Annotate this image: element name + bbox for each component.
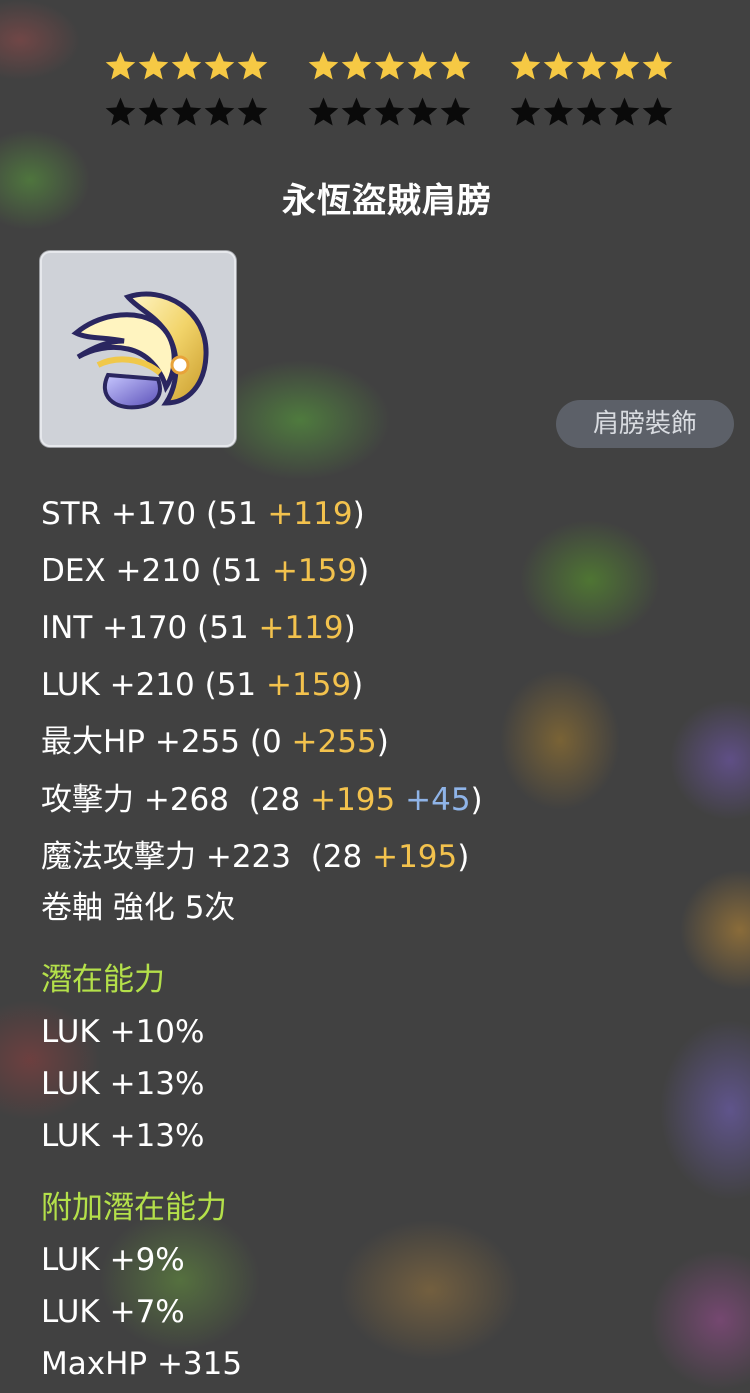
stat-close: ) <box>351 667 364 703</box>
star-filled-icon <box>407 51 437 80</box>
stat-close: ) <box>357 553 370 589</box>
stat-close: ) <box>470 782 483 818</box>
item-tooltip-panel: 永恆盜賊肩膀 肩膀裝飾 STR +170 (51 +119) DEX +210 … <box>0 0 750 1393</box>
star-empty-icon <box>374 97 404 126</box>
star-empty-icon <box>237 97 268 126</box>
potential-line: LUK +13% <box>41 1066 205 1102</box>
item-name: 永恆盜賊肩膀 <box>282 181 492 221</box>
stat-name: DEX +210 (51 <box>41 553 272 589</box>
stat-close: ) <box>352 496 365 532</box>
scroll-upgrade-text: 卷軸 強化 5次 <box>41 890 236 926</box>
potential-title: 潛在能力 <box>41 962 165 998</box>
stat-flame-bonus: +119 <box>258 610 344 646</box>
potential-line: LUK +13% <box>41 1118 205 1154</box>
star-filled-icon <box>308 51 338 80</box>
star-group <box>307 50 472 83</box>
star-empty-icon <box>171 97 202 126</box>
star-group <box>104 96 269 129</box>
item-icon-frame <box>40 251 236 447</box>
stat-line: LUK +210 (51 +159) <box>41 665 363 705</box>
eternal-thief-shoulder-icon <box>71 291 209 410</box>
star-filled-icon <box>374 51 404 80</box>
star-empty-icon <box>543 97 574 126</box>
star-filled-icon <box>440 51 470 80</box>
stat-line: 攻擊力 +268 (28 +195 +45) <box>41 780 483 820</box>
stat-name: 魔法攻擊力 +223 (28 <box>41 839 373 875</box>
star-filled-icon <box>204 51 235 80</box>
star-filled-icon <box>341 51 371 80</box>
stat-flame-bonus: +195 <box>310 782 396 818</box>
stat-name: 最大HP +255 (0 <box>41 724 292 760</box>
star-empty-icon <box>105 97 136 126</box>
additional-potential-line: MaxHP +315 <box>41 1346 243 1382</box>
star-filled-icon <box>171 51 202 80</box>
star-filled-icon <box>576 51 607 80</box>
star-empty-icon <box>308 97 338 126</box>
stat-line: 魔法攻擊力 +223 (28 +195) <box>41 837 469 877</box>
star-group <box>104 50 269 83</box>
star-filled-icon <box>105 51 136 80</box>
stat-name: 攻擊力 +268 (28 <box>41 782 311 818</box>
stat-line: INT +170 (51 +119) <box>41 608 356 648</box>
star-group <box>509 96 674 129</box>
potential-line: LUK +10% <box>41 1014 205 1050</box>
stat-close: ) <box>343 610 356 646</box>
additional-potential-title: 附加潛在能力 <box>41 1190 227 1226</box>
star-filled-icon <box>642 51 673 80</box>
stat-name: STR +170 (51 <box>41 496 268 532</box>
additional-potential-line: LUK +9% <box>41 1242 185 1278</box>
star-empty-icon <box>407 97 437 126</box>
star-group <box>509 50 674 83</box>
star-empty-icon <box>341 97 371 126</box>
stat-close: ) <box>457 839 470 875</box>
star-filled-icon <box>510 51 541 80</box>
stat-line: 最大HP +255 (0 +255) <box>41 722 389 762</box>
stat-name: LUK +210 (51 <box>41 667 266 703</box>
stat-line: STR +170 (51 +119) <box>41 494 365 534</box>
stat-flame-bonus: +159 <box>266 667 352 703</box>
stat-flame-bonus: +159 <box>271 553 358 589</box>
item-category-badge: 肩膀裝飾 <box>556 400 734 448</box>
stat-enhance-bonus: +45 <box>405 782 471 818</box>
star-empty-icon <box>642 97 673 126</box>
stat-flame-bonus: +195 <box>372 839 458 875</box>
star-filled-icon <box>138 51 169 80</box>
star-filled-icon <box>609 51 640 80</box>
star-filled-icon <box>237 51 268 80</box>
stat-flame-bonus: +255 <box>291 724 377 760</box>
star-empty-icon <box>440 97 470 126</box>
star-empty-icon <box>576 97 607 126</box>
stat-flame-bonus: +119 <box>267 496 353 532</box>
star-group <box>307 96 472 129</box>
star-empty-icon <box>609 97 640 126</box>
star-empty-icon <box>510 97 541 126</box>
stat-name: INT +170 (51 <box>41 610 259 646</box>
stat-space <box>395 782 405 818</box>
star-filled-icon <box>543 51 574 80</box>
star-force-row-1 <box>104 50 674 83</box>
additional-potential-line: LUK +7% <box>41 1294 185 1330</box>
star-empty-icon <box>204 97 235 126</box>
stat-line: DEX +210 (51 +159) <box>41 551 369 591</box>
star-empty-icon <box>138 97 169 126</box>
stat-close: ) <box>376 724 389 760</box>
star-force-row-2 <box>104 96 674 129</box>
